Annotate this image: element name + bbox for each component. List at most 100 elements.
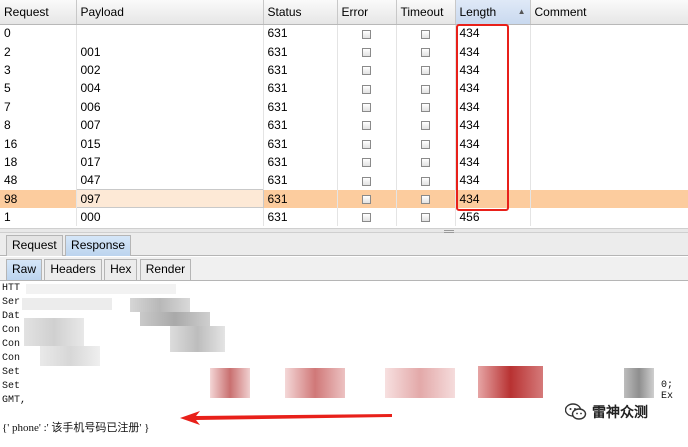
table-row[interactable]: 0 631 434 [0,24,688,43]
response-header-line: HTT [2,283,21,294]
tab-raw[interactable]: Raw [6,259,43,280]
timeout-checkbox[interactable] [421,66,430,76]
error-cell [337,60,397,80]
column-header-length[interactable]: Length ▲ [455,0,531,25]
timeout-cell [396,134,456,153]
column-header-payload[interactable]: Payload [76,0,264,25]
response-header-line: Set [2,381,21,392]
status-cell: 631 [263,152,338,172]
error-cell [337,79,397,98]
request-cell: 16 [0,134,77,153]
column-header-comment[interactable]: Comment [530,0,688,25]
timeout-cell [396,60,456,80]
error-checkbox[interactable] [362,139,371,149]
timeout-cell [396,24,456,43]
response-trailing-text: 0; Ex [661,380,674,402]
comment-cell [530,24,688,43]
request-cell: 48 [0,171,77,190]
redaction-mosaic [478,366,543,398]
timeout-cell [396,42,456,61]
timeout-checkbox[interactable] [421,29,430,39]
error-checkbox[interactable] [362,29,371,39]
column-header-status[interactable]: Status [263,0,338,25]
table-row[interactable]: 7 006 631 434 [0,97,688,116]
comment-cell [530,207,688,227]
timeout-checkbox[interactable] [421,84,430,94]
error-checkbox[interactable] [362,103,371,113]
response-header-line: GMT, [2,395,27,406]
tab-render[interactable]: Render [139,259,192,280]
error-cell [337,207,397,227]
timeout-cell [396,189,456,208]
timeout-checkbox[interactable] [421,176,430,186]
comment-cell [530,42,688,61]
timeout-checkbox[interactable] [421,158,430,168]
table-row[interactable]: 48 047 631 434 [0,171,688,190]
comment-cell [530,134,688,153]
response-body-json: {' phone' :' 该手机号码已注册' } [2,422,150,434]
tab-request[interactable]: Request [6,235,63,256]
comment-cell [530,79,688,98]
comment-cell [530,152,688,172]
error-checkbox[interactable] [362,121,371,131]
status-cell: 631 [263,79,338,98]
length-cell: 434 [455,79,531,98]
comment-cell [530,97,688,116]
table-row[interactable]: 2 001 631 434 [0,42,688,61]
view-tab-bar: Raw Headers Hex Render [0,257,688,281]
comment-cell [530,60,688,80]
redaction-mosaic [624,368,654,398]
comment-cell [530,189,688,208]
timeout-checkbox[interactable] [421,47,430,57]
raw-response-panel[interactable]: HTT Ser Dat Con Con Con Set Set GMT, 0; … [0,282,688,447]
error-checkbox[interactable] [362,158,371,168]
timeout-checkbox[interactable] [421,139,430,149]
column-header-error[interactable]: Error [337,0,397,25]
tab-headers[interactable]: Headers [44,259,102,280]
length-cell: 434 [455,97,531,116]
error-checkbox[interactable] [362,66,371,76]
tab-response[interactable]: Response [65,235,132,256]
column-header-timeout[interactable]: Timeout [396,0,456,25]
redaction-mosaic [130,298,190,312]
payload-cell: 007 [76,115,264,135]
error-checkbox[interactable] [362,47,371,57]
table-row[interactable]: 5 004 631 434 [0,79,688,98]
table-row-selected[interactable]: 98 097 631 434 [0,189,688,209]
length-cell: 434 [455,115,531,135]
payload-cell: 002 [76,60,264,80]
request-cell: 8 [0,115,77,135]
table-row[interactable]: 16 015 631 434 [0,134,688,153]
request-cell: 3 [0,60,77,80]
request-cell: 7 [0,97,77,116]
tab-hex[interactable]: Hex [104,259,138,280]
watermark-text: 雷神众测 [592,405,648,421]
timeout-cell [396,115,456,135]
timeout-checkbox[interactable] [421,121,430,131]
timeout-cell [396,207,456,227]
table-row[interactable]: 18 017 631 434 [0,152,688,172]
error-checkbox[interactable] [362,195,371,205]
table-row[interactable]: 8 007 631 434 [0,115,688,135]
timeout-checkbox[interactable] [421,103,430,113]
error-checkbox[interactable] [362,213,371,223]
request-cell: 18 [0,152,77,172]
error-checkbox[interactable] [362,84,371,94]
error-checkbox[interactable] [362,176,371,186]
results-table-panel: Request Payload Status Error Timeout Len… [0,0,688,228]
response-header-line: Con [2,339,21,350]
payload-cell: 004 [76,79,264,98]
table-row[interactable]: 3 002 631 434 [0,60,688,80]
table-row[interactable]: 1 000 631 456 [0,207,688,227]
column-header-request[interactable]: Request [0,0,77,25]
error-cell [337,189,397,208]
message-tab-bar: Request Response [0,233,688,256]
annotation-arrow-icon [180,411,392,425]
request-cell: 5 [0,79,77,98]
timeout-cell [396,171,456,190]
timeout-checkbox[interactable] [421,213,430,223]
timeout-checkbox[interactable] [421,195,430,205]
sort-ascending-icon: ▲ [517,6,526,16]
timeout-cell [396,79,456,98]
response-header-line: Ser [2,297,21,308]
